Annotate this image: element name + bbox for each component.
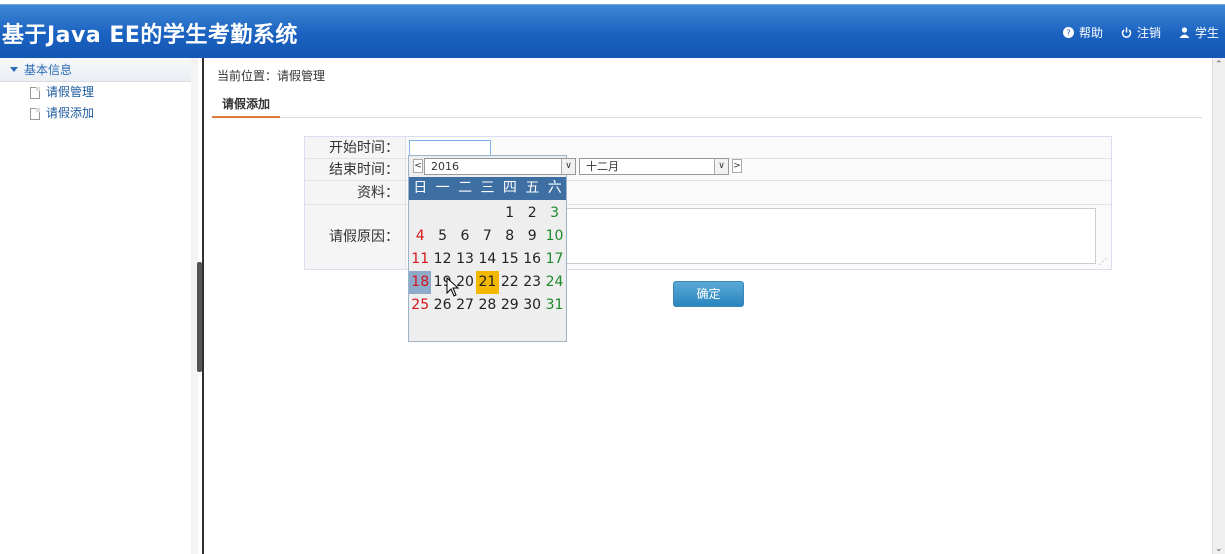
chevron-down-icon[interactable]: ∨ xyxy=(561,159,575,174)
app-header: 基于Java EE的学生考勤系统 ? 帮助 注销 学生 xyxy=(0,4,1225,58)
date-picker-toolbar: < 2016 ∨ 十二月 ∨ > xyxy=(409,156,745,177)
help-icon: ? xyxy=(1063,27,1075,39)
day-cell[interactable]: 26 xyxy=(431,294,453,317)
user-icon xyxy=(1179,27,1191,39)
day-cell[interactable]: 5 xyxy=(431,225,453,248)
splitter-handle[interactable] xyxy=(197,262,202,372)
help-label: 帮助 xyxy=(1078,26,1103,40)
day-cell[interactable]: 23 xyxy=(521,271,543,294)
day-cell[interactable]: 25 xyxy=(409,294,431,317)
day-cell-empty xyxy=(431,202,453,225)
day-cell[interactable]: 6 xyxy=(454,225,476,248)
start-time-input[interactable] xyxy=(409,140,491,156)
day-cell-empty xyxy=(454,202,476,225)
month-value: 十二月 xyxy=(586,160,619,173)
sidebar: 基本信息 请假管理 请假添加 xyxy=(0,58,198,554)
sidebar-item-label: 请假管理 xyxy=(46,85,95,99)
day-cell[interactable]: 17 xyxy=(543,248,565,271)
top-nav: ? 帮助 注销 学生 xyxy=(1063,24,1219,41)
power-icon xyxy=(1121,27,1133,39)
tab-bar: 请假添加 xyxy=(212,90,1202,118)
main-content: 当前位置：请假管理 请假添加 开始时间： 结束时间： 资料： 请假原因： ⋰ 确… xyxy=(204,58,1212,554)
day-cell[interactable]: 13 xyxy=(454,248,476,271)
sidebar-group-basic-info[interactable]: 基本信息 xyxy=(0,58,197,82)
breadcrumb: 当前位置：请假管理 xyxy=(217,69,326,83)
day-cell[interactable]: 12 xyxy=(431,248,453,271)
mouse-cursor-icon xyxy=(446,277,460,297)
day-cell[interactable]: 27 xyxy=(454,294,476,317)
day-cell[interactable]: 4 xyxy=(409,225,431,248)
logout-link[interactable]: 注销 xyxy=(1121,24,1161,41)
weekday-label: 三 xyxy=(480,180,495,196)
help-link[interactable]: ? 帮助 xyxy=(1063,24,1103,41)
triangle-down-icon xyxy=(10,67,18,72)
year-select[interactable]: 2016 ∨ xyxy=(424,158,576,175)
weekday-label: 六 xyxy=(547,180,562,196)
day-cell[interactable]: 3 xyxy=(543,202,565,225)
weekday-label: 四 xyxy=(502,180,517,196)
weekday-label: 五 xyxy=(525,180,540,196)
end-time-label: 结束时间： xyxy=(329,162,399,178)
weekday-label: 一 xyxy=(435,180,450,196)
day-cell[interactable]: 22 xyxy=(499,271,521,294)
start-time-label: 开始时间： xyxy=(329,140,399,156)
tab-leave-add[interactable]: 请假添加 xyxy=(212,96,281,118)
scroll-down-icon[interactable]: ⌄ xyxy=(1215,544,1223,554)
weekday-label: 二 xyxy=(458,180,473,196)
next-month-button[interactable]: > xyxy=(732,159,742,173)
sidebar-item-label: 请假添加 xyxy=(46,106,95,120)
day-cell[interactable]: 18 xyxy=(409,271,432,294)
day-cell[interactable]: 31 xyxy=(543,294,565,317)
resize-grip-icon[interactable]: ⋰ xyxy=(1099,257,1107,266)
submit-button[interactable]: 确定 xyxy=(673,281,744,307)
reason-label: 请假原因： xyxy=(329,229,399,245)
day-cell-empty xyxy=(409,202,431,225)
document-icon xyxy=(30,107,40,120)
prev-month-button[interactable]: < xyxy=(413,159,423,173)
day-cell[interactable]: 14 xyxy=(476,248,498,271)
sidebar-item-leave-add[interactable]: 请假添加 xyxy=(0,103,197,124)
app-title: 基于Java EE的学生考勤系统 xyxy=(2,23,298,48)
day-cell[interactable]: 8 xyxy=(499,225,521,248)
chevron-down-icon[interactable]: ∨ xyxy=(714,159,728,174)
document-icon xyxy=(30,86,40,99)
day-cell[interactable]: 28 xyxy=(476,294,498,317)
day-cell[interactable]: 24 xyxy=(543,271,565,294)
date-picker: < 2016 ∨ 十二月 ∨ > 日一二三四五六 1 2 3 4 5 6 7 8 9 10 11 12… xyxy=(408,155,742,342)
day-cell-empty xyxy=(476,202,498,225)
day-cell[interactable]: 30 xyxy=(521,294,543,317)
sidebar-item-leave-manage[interactable]: 请假管理 xyxy=(0,82,197,103)
month-select[interactable]: 十二月 ∨ xyxy=(579,158,729,175)
day-cell[interactable]: 10 xyxy=(543,225,565,248)
material-label: 资料： xyxy=(357,185,399,201)
year-value: 2016 xyxy=(431,160,459,173)
day-cell[interactable]: 9 xyxy=(521,225,543,248)
weekday-label: 日 xyxy=(413,180,428,196)
logout-label: 注销 xyxy=(1136,26,1161,40)
user-label: 学生 xyxy=(1194,26,1219,40)
main-scrollbar[interactable]: ⌃ ⌄ xyxy=(1212,58,1225,554)
svg-text:?: ? xyxy=(1067,29,1071,38)
day-cell[interactable]: 16 xyxy=(521,248,543,271)
day-cell[interactable]: 2 xyxy=(521,202,543,225)
day-cell[interactable]: 21 xyxy=(476,271,499,294)
day-cell[interactable]: 1 xyxy=(499,202,521,225)
day-grid: 1 2 3 4 5 6 7 8 9 10 11 12 13 14 15 16 17 18 19 20 21 22 23 24 2… xyxy=(409,202,566,317)
day-cell[interactable]: 29 xyxy=(499,294,521,317)
day-cell[interactable]: 11 xyxy=(409,248,431,271)
user-link[interactable]: 学生 xyxy=(1179,24,1219,41)
day-cell[interactable]: 15 xyxy=(499,248,521,271)
sidebar-group-label: 基本信息 xyxy=(24,62,73,77)
day-cell[interactable]: 7 xyxy=(476,225,498,248)
weekday-header: 日一二三四五六 xyxy=(409,177,566,200)
scroll-up-icon[interactable]: ⌃ xyxy=(1215,60,1223,70)
